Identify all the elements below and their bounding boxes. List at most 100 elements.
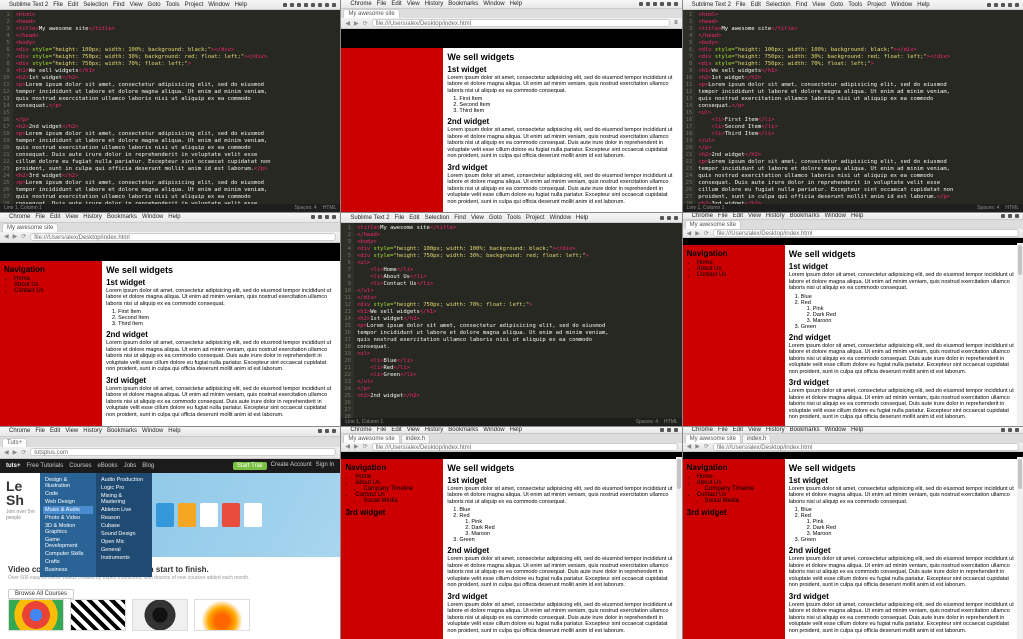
sidebar-red: Navigation Home About Us Contact Us	[0, 261, 102, 426]
panel-chrome-5: ChromeFileEditViewHistoryBookmarksWindow…	[683, 427, 1023, 639]
forward-icon[interactable]: ▶	[695, 230, 700, 237]
nav-link[interactable]: Contact Us	[14, 288, 98, 294]
menu-sel[interactable]: Selection	[83, 2, 108, 8]
para: Lorem ipsum dolor sit amet, consectetur …	[447, 173, 677, 206]
menu-window[interactable]: Window	[483, 1, 504, 7]
panel-sublime-3: Sublime Text 2 File Edit Selection Find …	[341, 213, 681, 425]
course-thumb[interactable]	[194, 599, 250, 631]
tuts-logo[interactable]: tuts+	[6, 463, 21, 469]
panel-tuts: ChromeFileEditViewHistoryBookmarksWindow…	[0, 427, 340, 639]
scrollbar[interactable]	[676, 457, 682, 639]
mega-dropdown[interactable]: Design & Illustration Code Web Design Mu…	[40, 473, 152, 577]
browser-tab[interactable]: index.h	[742, 434, 771, 443]
back-icon[interactable]: ◀	[4, 449, 9, 456]
panel-chrome-3: ChromeFileEditViewHistoryBookmarksWindow…	[683, 213, 1023, 425]
nav-jobs[interactable]: Jobs	[124, 463, 137, 469]
panel-sublime-2: Sublime Text 2 File Edit Selection Find …	[683, 0, 1023, 212]
reload-icon[interactable]: ⟳	[704, 230, 709, 237]
back-icon[interactable]: ◀	[4, 233, 9, 240]
course-thumb[interactable]	[8, 599, 64, 631]
reload-icon[interactable]: ⟳	[21, 449, 26, 456]
nav-free-tutorials[interactable]: Free Tutorials	[27, 463, 64, 469]
sign-in-link[interactable]: Sign In	[316, 462, 335, 470]
browser-tab[interactable]: My awesome site	[685, 434, 741, 443]
start-trial-button[interactable]: Start Trial	[233, 462, 267, 470]
menu-help[interactable]: Help	[235, 2, 247, 8]
nav-courses[interactable]: Courses	[69, 463, 91, 469]
main-content: We sell widgets 1st widget Lorem ipsum d…	[443, 48, 681, 213]
tabstrip[interactable]: My awesome site	[341, 9, 681, 18]
status-lang: HTML	[323, 205, 337, 211]
reload-icon[interactable]: ⟳	[21, 233, 26, 240]
url-bar[interactable]: file:///Users/alex/Desktop/index.html	[30, 233, 336, 241]
course-thumb[interactable]	[70, 599, 126, 631]
panel-chrome-4: ChromeFileEditViewHistoryBookmarksWindow…	[341, 427, 681, 639]
menu-view[interactable]: View	[407, 1, 420, 7]
nav-link[interactable]: Social Media	[705, 498, 781, 504]
browse-all-button[interactable]: Browse All Courses	[8, 589, 74, 599]
page-body: We sell widgets 1st widget Lorem ipsum d…	[341, 48, 681, 213]
url-bar[interactable]: tutsplus.com	[30, 448, 336, 456]
code[interactable]: <html> <head> <title>My awesome site</ti…	[13, 10, 341, 204]
menu-window[interactable]: Window	[208, 2, 229, 8]
menu-edit[interactable]: Edit	[68, 2, 78, 8]
nav-ebooks[interactable]: eBooks	[98, 463, 118, 469]
menu-tools[interactable]: Tools	[166, 2, 180, 8]
nav-link[interactable]: Social Media	[363, 498, 439, 504]
forward-icon[interactable]: ▶	[13, 449, 18, 456]
menu-app[interactable]: Chrome	[350, 1, 371, 7]
panel-chrome-1: Chrome File Edit View History Bookmarks …	[341, 0, 681, 212]
h-widget1: 1st widget	[447, 65, 677, 74]
back-icon[interactable]: ◀	[687, 230, 692, 237]
menu-view[interactable]: View	[130, 2, 143, 8]
reload-icon[interactable]: ⟳	[363, 20, 368, 27]
macos-menubar[interactable]: Chrome File Edit View History Bookmarks …	[341, 0, 681, 9]
menu-edit[interactable]: Edit	[391, 1, 401, 7]
para: Lorem ipsum dolor sit amet, consectetur …	[447, 75, 677, 95]
url-bar[interactable]: file:///Users/alex/Desktop/index.html	[372, 19, 671, 27]
browser-tab[interactable]: My awesome site	[2, 223, 58, 232]
menu-bookmarks[interactable]: Bookmarks	[448, 1, 478, 7]
ordered-list: First Item Second Item Third Item	[459, 96, 677, 114]
menu-project[interactable]: Project	[185, 2, 204, 8]
para: Lorem ipsum dolor sit amet, consectetur …	[447, 127, 677, 160]
create-account-link[interactable]: Create Account	[271, 462, 312, 470]
menu-find[interactable]: Find	[113, 2, 125, 8]
browser-tab[interactable]: Tuts+	[2, 438, 27, 447]
browser-tab[interactable]: My awesome site	[343, 434, 399, 443]
browser-tab[interactable]: My awesome site	[685, 220, 741, 229]
menu-file[interactable]: File	[377, 1, 387, 7]
code-editor[interactable]: 1 2 3 4 5 6 7 8 9 10 11 12 13 14 15 16 1…	[341, 223, 681, 417]
colors-list: Blue Red Pink Dark Red Maroon Green	[801, 294, 1019, 330]
url-bar[interactable]: file:///Users/alex/Desktop/index.html	[713, 443, 1019, 451]
status-spaces: Spaces: 4	[294, 205, 316, 211]
menu-goto[interactable]: Goto	[148, 2, 161, 8]
nav-link[interactable]: Contact Us	[697, 272, 781, 278]
nav-title: Navigation	[4, 265, 98, 274]
code-editor[interactable]: 1 2 3 4 5 6 7 8 9 10 11 12 13 14 15 16 1…	[0, 10, 340, 204]
forward-icon[interactable]: ▶	[354, 20, 359, 27]
macos-menubar[interactable]: Sublime Text 2 File Edit Selection Find …	[683, 0, 1023, 10]
browser-toolbar: ◀ ▶ ⟳ file:///Users/alex/Desktop/index.h…	[341, 18, 681, 29]
menu-icon[interactable]: ≡	[674, 20, 678, 26]
scrollbar[interactable]	[1017, 243, 1023, 425]
nav-blog[interactable]: Blog	[142, 463, 154, 469]
h-widget3: 3rd widget	[447, 163, 677, 172]
url-bar[interactable]: file:///Users/alex/Desktop/index.html	[372, 443, 678, 451]
macos-menubar[interactable]: Sublime Text 2 File Edit Selection Find …	[0, 0, 340, 10]
url-bar[interactable]: file:///Users/alex/Desktop/index.html	[713, 229, 1019, 237]
menu-file[interactable]: File	[53, 2, 63, 8]
forward-icon[interactable]: ▶	[13, 233, 18, 240]
browser-tab[interactable]: index.h	[401, 434, 430, 443]
panel-chrome-2: Chrome File Edit View History Bookmarks …	[0, 213, 340, 425]
back-icon[interactable]: ◀	[345, 20, 350, 27]
code-editor[interactable]: 1 2 3 4 5 6 7 8 9 10 11 12 13 14 15 16 1…	[683, 10, 1023, 204]
browser-tab[interactable]: My awesome site	[343, 9, 399, 18]
menu-app[interactable]: Sublime Text 2	[9, 2, 48, 8]
menu-help[interactable]: Help	[510, 1, 522, 7]
list-item: Third Item	[459, 108, 677, 114]
scrollbar[interactable]	[1017, 457, 1023, 639]
status-line: Line 1, Column 1	[4, 205, 42, 211]
menu-history[interactable]: History	[425, 1, 444, 7]
course-thumb[interactable]	[132, 599, 188, 631]
